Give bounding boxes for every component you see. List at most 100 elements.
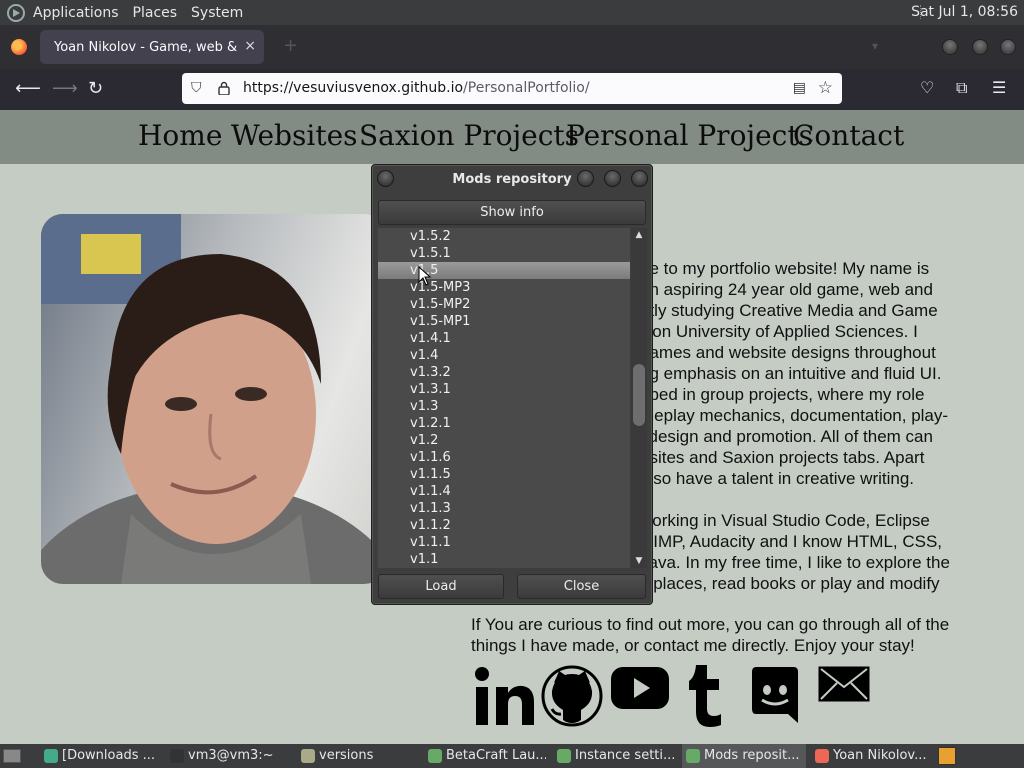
profile-photo-illustration	[41, 214, 386, 584]
version-list-item[interactable]: v1.2	[378, 432, 630, 449]
url-bar[interactable]: ⛉ https://vesuviusvenox.github.io/Person…	[182, 73, 842, 104]
version-list-item[interactable]: v1.4	[378, 347, 630, 364]
version-list-scrollbar[interactable]: ▲ ▼	[631, 228, 647, 568]
taskbar-app-icon	[815, 749, 829, 763]
github-icon[interactable]	[541, 665, 603, 727]
forward-arrow-icon[interactable]: ⟶	[52, 78, 78, 99]
version-list-item[interactable]: v1.5-MP1	[378, 313, 630, 330]
lock-icon[interactable]	[218, 81, 230, 95]
mail-icon[interactable]	[817, 665, 871, 703]
version-list-item[interactable]: v1.4.1	[378, 330, 630, 347]
version-list-item[interactable]: v1.1.1	[378, 534, 630, 551]
show-desktop-icon[interactable]	[3, 749, 21, 763]
new-tab-button[interactable]: +	[283, 35, 298, 56]
taskbar-app-icon	[557, 749, 571, 763]
tracking-shield-icon[interactable]: ⛉	[191, 80, 202, 96]
taskbar-task[interactable]: vm3@vm3:~	[166, 744, 290, 768]
dialog-close-titlebar-button[interactable]	[631, 170, 648, 187]
bio-paragraph-2: working in Visual Studio Code, Eclipse G…	[640, 511, 950, 593]
bio-paragraph-1: ne to my portfolio website! My name is a…	[640, 259, 949, 488]
version-list-item[interactable]: v1.1.4	[378, 483, 630, 500]
mods-repository-dialog: Mods repository Show info v1.5.2 v1.5.1 v1…	[371, 164, 653, 605]
taskbar-app-icon	[44, 749, 58, 763]
site-nav-home[interactable]: Home	[138, 119, 222, 152]
firefox-icon[interactable]	[11, 39, 27, 55]
taskbar-task[interactable]: Mods reposit...	[682, 744, 806, 768]
menu-system[interactable]: System	[191, 5, 243, 21]
taskbar-task[interactable]: Instance setti...	[553, 744, 675, 768]
maximize-button[interactable]	[972, 39, 988, 55]
taskbar-task[interactable]: BetaCraft Lau...	[424, 744, 546, 768]
window-close-button[interactable]	[1000, 39, 1016, 55]
version-list-item[interactable]: v1.1.2	[378, 517, 630, 534]
taskbar-task-label: Instance setti...	[575, 748, 675, 763]
taskbar-app-icon	[170, 749, 184, 763]
scroll-up-arrow-icon[interactable]: ▲	[631, 228, 647, 242]
tab-list-chevron-icon[interactable]: ▾	[872, 39, 878, 53]
browser-nav-bar: ⟵ ⟶ ↻ ⛉ https://vesuviusvenox.github.io/…	[0, 69, 1024, 110]
load-button[interactable]: Load	[378, 574, 504, 599]
discord-icon[interactable]	[751, 665, 799, 723]
tumblr-icon[interactable]	[687, 665, 727, 727]
pocket-icon[interactable]: ♡	[920, 78, 934, 97]
show-info-button[interactable]: Show info	[378, 200, 646, 225]
site-nav-personal-projects[interactable]: Personal Projects	[566, 119, 813, 152]
version-list-item[interactable]: v1.3.1	[378, 381, 630, 398]
version-list-item[interactable]: v1.3.2	[378, 364, 630, 381]
version-list-item[interactable]: v1.1.3	[378, 500, 630, 517]
youtube-icon[interactable]	[611, 665, 669, 711]
browser-tab-strip: Yoan Nikolov - Game, web & UI × + ▾	[0, 25, 1024, 69]
minimize-button[interactable]	[942, 39, 958, 55]
version-list-item[interactable]: v1.2.1	[378, 415, 630, 432]
tab-close-icon[interactable]: ×	[244, 38, 256, 54]
version-list-item[interactable]: v1.5-MP3	[378, 279, 630, 296]
hamburger-menu-icon[interactable]: ☰	[992, 78, 1006, 97]
version-list-item[interactable]: v1.1	[378, 551, 630, 568]
version-list-item[interactable]: v1.3	[378, 398, 630, 415]
taskbar-task[interactable]: versions	[297, 744, 417, 768]
workspace-switcher-icon[interactable]	[938, 747, 956, 765]
site-nav-saxion-projects[interactable]: Saxion Projects	[359, 119, 579, 152]
bookmark-star-icon[interactable]: ☆	[818, 78, 833, 98]
taskbar-task-label: Mods reposit...	[704, 748, 800, 763]
url-host: https://vesuviusvenox.github.io	[243, 80, 464, 96]
version-list-item[interactable]: v1.5-MP2	[378, 296, 630, 313]
version-list-item[interactable]: v1.5	[378, 262, 630, 279]
bio-text: ne to my portfolio website! My name is a…	[640, 258, 1000, 594]
taskbar-task-label: [Downloads ...	[62, 748, 155, 763]
close-button[interactable]: Close	[517, 574, 646, 599]
version-list-item[interactable]: v1.1.5	[378, 466, 630, 483]
taskbar-app-icon	[686, 749, 700, 763]
reader-view-icon[interactable]: ▤	[793, 80, 806, 96]
site-nav-websites[interactable]: Websites	[231, 119, 358, 152]
extensions-icon[interactable]: ⧉	[956, 78, 967, 98]
version-list-item[interactable]: v1.5.1	[378, 245, 630, 262]
taskbar-task[interactable]: [Downloads ...	[40, 744, 160, 768]
scrollbar-thumb[interactable]	[633, 364, 645, 426]
linkedin-icon[interactable]	[473, 665, 535, 727]
taskbar-task-label: Yoan Nikolov...	[833, 748, 927, 763]
distro-logo-icon[interactable]	[7, 3, 25, 22]
menu-applications[interactable]: Applications	[33, 5, 119, 21]
menu-places[interactable]: Places	[133, 5, 178, 21]
taskbar-task-label: versions	[319, 748, 374, 763]
mouse-cursor-icon	[418, 266, 432, 286]
top-panel: Applications Places System Sat Jul 1, 08…	[0, 0, 1024, 25]
version-list[interactable]: v1.5.2 v1.5.1 v1.5 v1.5-MP3 v1.5-MP2 v1.5-MP1…	[378, 228, 630, 568]
taskbar-task-label: BetaCraft Lau...	[446, 748, 546, 763]
clock[interactable]: Sat Jul 1, 08:56	[911, 4, 1018, 20]
taskbar-app-icon	[301, 749, 315, 763]
site-nav-contact[interactable]: Contact	[793, 119, 904, 152]
taskbar-task-label: vm3@vm3:~	[188, 748, 274, 763]
version-list-item[interactable]: v1.1.6	[378, 449, 630, 466]
tab-title: Yoan Nikolov - Game, web & UI	[54, 39, 240, 55]
reload-icon[interactable]: ↻	[88, 78, 103, 99]
version-list-item[interactable]: v1.5.2	[378, 228, 630, 245]
dialog-minimize-button[interactable]	[577, 170, 594, 187]
taskbar-task[interactable]: Yoan Nikolov...	[811, 744, 935, 768]
dialog-maximize-button[interactable]	[604, 170, 621, 187]
back-arrow-icon[interactable]: ⟵	[15, 78, 41, 99]
scroll-down-arrow-icon[interactable]: ▼	[631, 554, 647, 568]
url-text[interactable]: https://vesuviusvenox.github.io/Personal…	[243, 80, 590, 96]
browser-tab-active[interactable]: Yoan Nikolov - Game, web & UI ×	[40, 30, 264, 64]
